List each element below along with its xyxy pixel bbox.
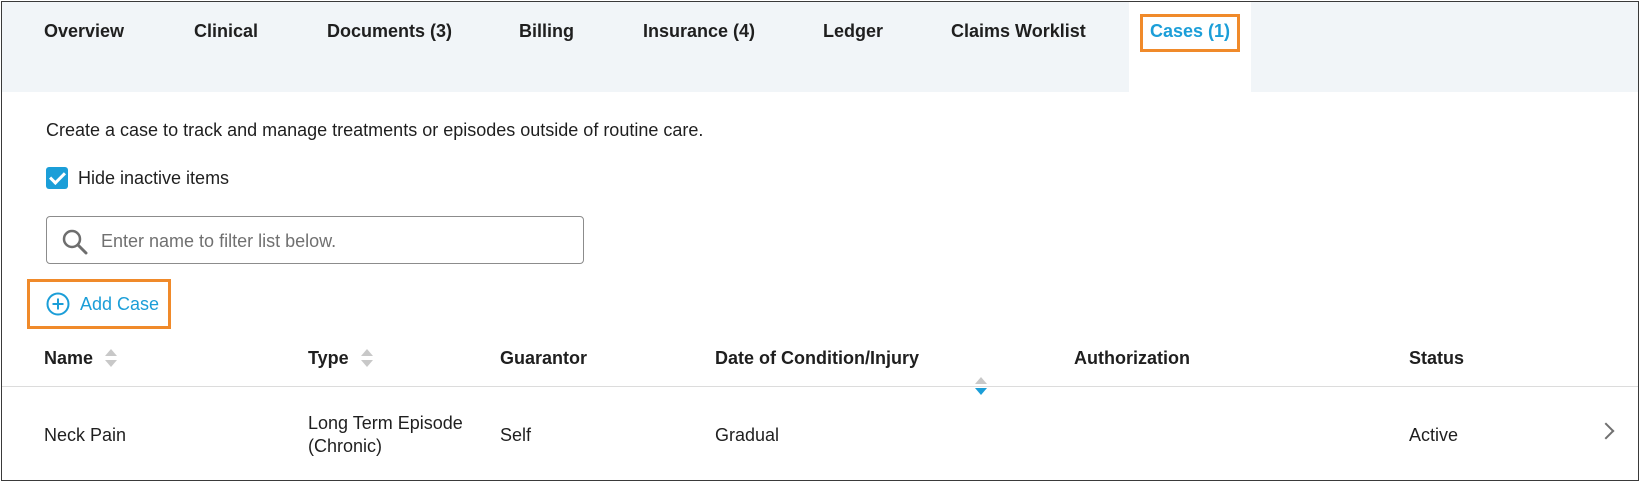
column-type[interactable]: Type [308,330,373,386]
filter-search-box [46,216,584,265]
plus-circle-icon [46,292,70,316]
column-name-label: Name [44,348,94,368]
tab-label: Documents (3) [327,21,453,41]
cases-panel: Overview Clinical Documents (3) Billing … [1,1,1639,481]
tab-label: Insurance (4) [643,21,756,41]
column-status-label: Status [1409,348,1465,368]
column-authorization: Authorization [1074,330,1190,386]
table-header: Name Type Guarantor Date of Condition/In… [2,330,1638,395]
column-date-label: Date of Condition/Injury [715,348,919,368]
tab-label: Cases (1) [1149,21,1231,41]
sort-icon[interactable] [360,347,373,369]
column-authorization-label: Authorization [1074,348,1190,368]
tab-ledger[interactable]: Ledger [823,2,883,92]
tab-billing[interactable]: Billing [519,2,574,92]
cell-type-line2: (Chronic) [308,436,383,456]
tab-bar: Overview Clinical Documents (3) Billing … [2,2,1638,92]
sort-icon[interactable] [105,347,118,369]
tab-label: Overview [44,21,125,41]
chevron-right-icon[interactable] [1597,422,1615,440]
tab-claims-worklist[interactable]: Claims Worklist [951,2,1086,92]
column-date-of-condition[interactable]: Date of Condition/Injury [715,330,987,395]
column-guarantor-label: Guarantor [500,348,588,368]
cases-description: Create a case to track and manage treatm… [46,120,704,140]
tab-label: Clinical [194,21,259,41]
tab-insurance[interactable]: Insurance (4) [643,2,755,92]
cell-status: Active [1409,424,1459,445]
cell-type-line1: Long Term Episode [308,413,463,433]
tab-cases[interactable]: Cases (1) [1129,2,1251,92]
hide-inactive-checkbox[interactable] [46,167,68,189]
cell-type: Long Term Episode (Chronic) [308,388,463,480]
tab-clinical[interactable]: Clinical [194,2,258,92]
tab-documents[interactable]: Documents (3) [327,2,452,92]
cell-date: Gradual [715,424,780,445]
add-case-button[interactable]: Add Case [27,279,171,329]
cell-guarantor: Self [500,424,532,445]
cases-content: Create a case to track and manage treatm… [2,92,1638,480]
column-name[interactable]: Name [44,330,118,386]
column-guarantor: Guarantor [500,330,587,386]
tab-overview[interactable]: Overview [44,2,124,92]
cell-name: Neck Pain [44,424,127,445]
hide-inactive-row: Hide inactive items [46,166,229,190]
tab-label: Billing [519,21,574,41]
tab-label: Claims Worklist [951,21,1086,41]
search-icon [62,229,88,255]
hide-inactive-label[interactable]: Hide inactive items [78,168,229,189]
add-case-label: Add Case [80,294,160,314]
column-type-label: Type [308,348,349,368]
table-row[interactable]: Neck Pain Long Term Episode (Chronic) Se… [2,388,1638,480]
filter-search-input[interactable] [99,217,573,265]
tab-label: Ledger [823,21,884,41]
column-status: Status [1409,330,1464,386]
